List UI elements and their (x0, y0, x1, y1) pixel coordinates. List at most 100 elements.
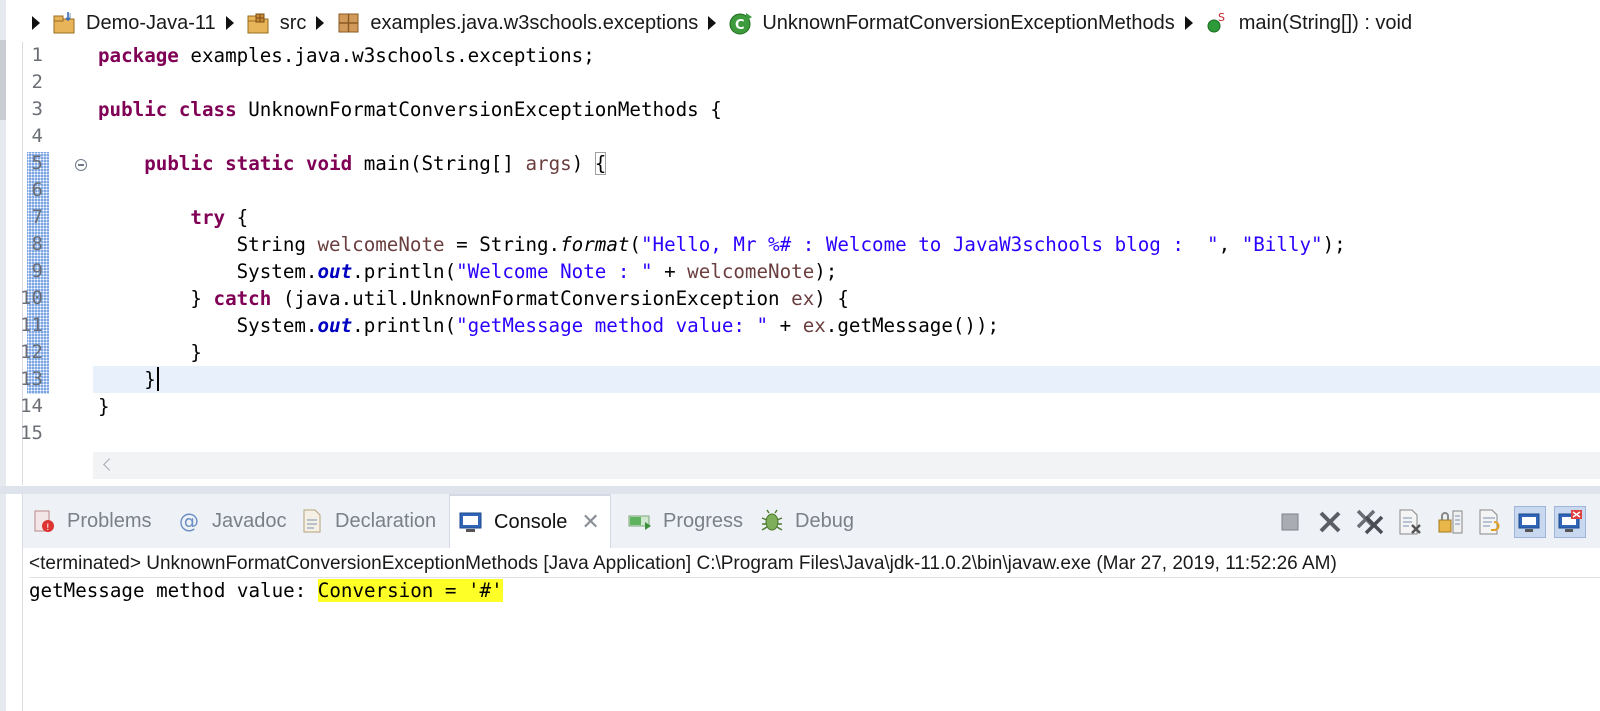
breadcrumb-package[interactable]: examples.java.w3schools.exceptions (336, 11, 698, 35)
terminate-button[interactable] (1274, 506, 1306, 538)
declaration-icon (299, 508, 325, 534)
tab-javadoc[interactable]: @ Javadoc (168, 494, 295, 548)
tab-debug[interactable]: Debug (751, 494, 862, 548)
clear-console-button[interactable] (1394, 506, 1426, 538)
line-number: 3 (31, 98, 43, 120)
breadcrumb-label: main(String[]) : void (1238, 11, 1413, 34)
code-line[interactable]: String welcomeNote = String.format("Hell… (98, 231, 1346, 258)
console-panel: ! Problems @ Javadoc Declaration Console… (22, 494, 1600, 711)
text-caret (156, 367, 159, 391)
scroll-left-icon[interactable] (103, 458, 116, 471)
debug-icon (759, 508, 785, 534)
breadcrumb-project[interactable]: J Demo-Java-11 (52, 11, 216, 35)
tab-label: Console (494, 510, 568, 533)
class-icon: C (728, 11, 754, 35)
code-line[interactable]: package examples.java.w3schools.exceptio… (98, 42, 595, 69)
remove-launch-button[interactable] (1314, 506, 1346, 538)
line-number: 9 (31, 260, 43, 282)
breadcrumb: J Demo-Java-11 src examples.java.w3schoo… (22, 0, 1600, 46)
svg-text:C: C (735, 18, 745, 33)
remove-icon (1319, 511, 1341, 533)
line-number: 12 (20, 341, 43, 363)
tab-label: Declaration (335, 509, 437, 532)
horizontal-scrollbar[interactable] (93, 452, 1600, 479)
chevron-right-icon[interactable] (225, 16, 234, 30)
scroll-lock-button[interactable] (1434, 506, 1466, 538)
source-folder-icon (246, 11, 272, 35)
line-number: 14 (20, 395, 43, 417)
tab-declaration[interactable]: Declaration (291, 494, 444, 548)
console-toolbar (1274, 502, 1586, 542)
console-output[interactable]: getMessage method value: Conversion = '#… (29, 578, 503, 604)
tab-problems[interactable]: ! Problems (23, 494, 159, 548)
word-wrap-icon (1479, 509, 1500, 535)
svg-text:J: J (68, 12, 71, 20)
display-selected-console-icon (1518, 513, 1540, 532)
code-line[interactable]: } (98, 339, 202, 366)
tab-progress[interactable]: Progress (619, 494, 751, 548)
chevron-right-icon[interactable] (708, 16, 717, 30)
line-number: 13 (20, 368, 43, 390)
line-number-gutter: 1 2 3 4 5 6 7 8 9 10 11 12 13 14 15 (20, 42, 93, 452)
static-method-icon: S (1205, 11, 1231, 35)
problems-icon: ! (31, 508, 57, 534)
open-console-icon (1558, 510, 1582, 532)
breadcrumb-method[interactable]: S main(String[]) : void (1205, 11, 1412, 35)
clear-console-icon (1399, 509, 1421, 535)
line-number: 2 (31, 71, 43, 93)
project-icon: J (52, 11, 78, 35)
line-number: 15 (20, 422, 43, 444)
code-line[interactable]: public static void main(String[] args) { (98, 150, 607, 177)
breadcrumb-label: UnknownFormatConversionExceptionMethods (762, 11, 1175, 34)
console-status: <terminated> UnknownFormatConversionExce… (29, 551, 1600, 578)
tab-label: Problems (67, 509, 152, 532)
open-console-button[interactable] (1554, 506, 1586, 538)
breadcrumb-src[interactable]: src (246, 11, 307, 35)
editor-panel-divider[interactable] (0, 486, 1600, 494)
svg-text:@: @ (179, 509, 199, 533)
scroll-lock-icon (1438, 510, 1463, 534)
code-text-area[interactable]: package examples.java.w3schools.exceptio… (93, 42, 1600, 452)
tab-label: Debug (795, 509, 854, 532)
tab-console[interactable]: Console ✕ (449, 494, 611, 548)
line-number: 4 (31, 125, 43, 147)
terminate-icon (1281, 513, 1299, 531)
console-output-highlight: Conversion = '#' (317, 579, 503, 602)
chevron-right-icon[interactable] (316, 16, 325, 30)
remove-all-terminated-button[interactable] (1354, 506, 1386, 538)
breadcrumb-class[interactable]: C UnknownFormatConversionExceptionMethod… (728, 11, 1175, 35)
chevron-right-icon[interactable] (1184, 16, 1193, 30)
code-line[interactable]: } (98, 393, 110, 420)
pin-console-button[interactable] (1514, 506, 1546, 538)
console-icon (458, 509, 484, 535)
remove-all-icon (1356, 509, 1384, 535)
close-icon[interactable]: ✕ (581, 509, 599, 535)
breadcrumb-label: Demo-Java-11 (86, 11, 216, 34)
code-line[interactable]: } catch (java.util.UnknownFormatConversi… (98, 285, 849, 312)
panel-tab-bar: ! Problems @ Javadoc Declaration Console… (23, 494, 1600, 548)
code-line[interactable]: System.out.println("getMessage method va… (98, 312, 999, 339)
breadcrumb-label: src (279, 11, 307, 34)
progress-icon (627, 508, 653, 534)
word-wrap-button[interactable] (1474, 506, 1506, 538)
fold-collapse-icon[interactable] (75, 159, 87, 171)
line-number: 11 (20, 314, 43, 336)
line-number: 7 (31, 206, 43, 228)
line-number: 1 (31, 44, 43, 66)
code-line[interactable]: public class UnknownFormatConversionExce… (98, 96, 722, 123)
console-output-text: getMessage method value: (29, 579, 318, 602)
code-line[interactable]: System.out.println("Welcome Note : " + w… (98, 258, 838, 285)
line-number: 10 (20, 287, 43, 309)
line-number: 5 (31, 152, 43, 174)
line-number: 6 (31, 179, 43, 201)
svg-text:S: S (1218, 11, 1225, 24)
breadcrumb-label: examples.java.w3schools.exceptions (370, 11, 699, 34)
chevron-right-icon[interactable] (32, 16, 40, 30)
tab-label: Javadoc (212, 509, 287, 532)
tab-label: Progress (663, 509, 744, 532)
package-icon (336, 11, 362, 35)
code-line[interactable]: } (93, 366, 1600, 393)
svg-text:!: ! (46, 523, 50, 533)
code-line[interactable]: try { (98, 204, 248, 231)
code-editor[interactable]: 1 2 3 4 5 6 7 8 9 10 11 12 13 14 15 pack… (20, 42, 1600, 485)
